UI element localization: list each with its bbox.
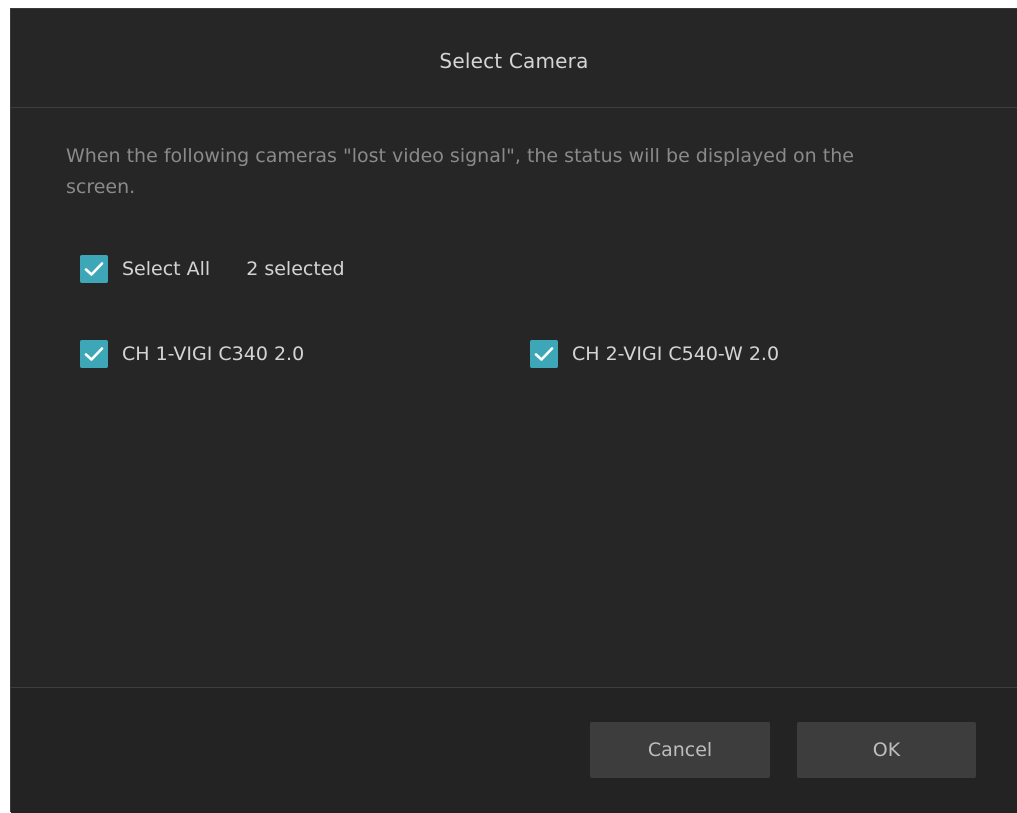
checkmark-icon — [84, 347, 104, 361]
select-all-row[interactable]: Select All 2 selected — [80, 255, 345, 283]
cancel-button[interactable]: Cancel — [590, 722, 770, 778]
select-camera-dialog: Select Camera When the following cameras… — [10, 8, 1017, 813]
dialog-title: Select Camera — [439, 49, 589, 73]
camera-option-ch2[interactable]: CH 2-VIGI C540-W 2.0 — [530, 340, 779, 368]
camera-option-ch1[interactable]: CH 1-VIGI C340 2.0 — [80, 340, 304, 368]
camera-checkbox-ch2[interactable] — [530, 340, 558, 368]
checkmark-icon — [534, 347, 554, 361]
dialog-footer: Cancel OK — [11, 688, 1017, 813]
camera-label-ch2: CH 2-VIGI C540-W 2.0 — [572, 343, 780, 365]
camera-label-ch1: CH 1-VIGI C340 2.0 — [122, 343, 305, 365]
selected-count: 2 selected — [246, 258, 345, 280]
camera-checkbox-ch1[interactable] — [80, 340, 108, 368]
select-all-checkbox[interactable] — [80, 255, 108, 283]
checkmark-icon — [84, 262, 104, 276]
dialog-header: Select Camera — [11, 9, 1017, 108]
ok-button[interactable]: OK — [797, 722, 976, 778]
select-all-label: Select All — [122, 258, 211, 280]
dialog-description: When the following cameras "lost video s… — [66, 145, 854, 198]
